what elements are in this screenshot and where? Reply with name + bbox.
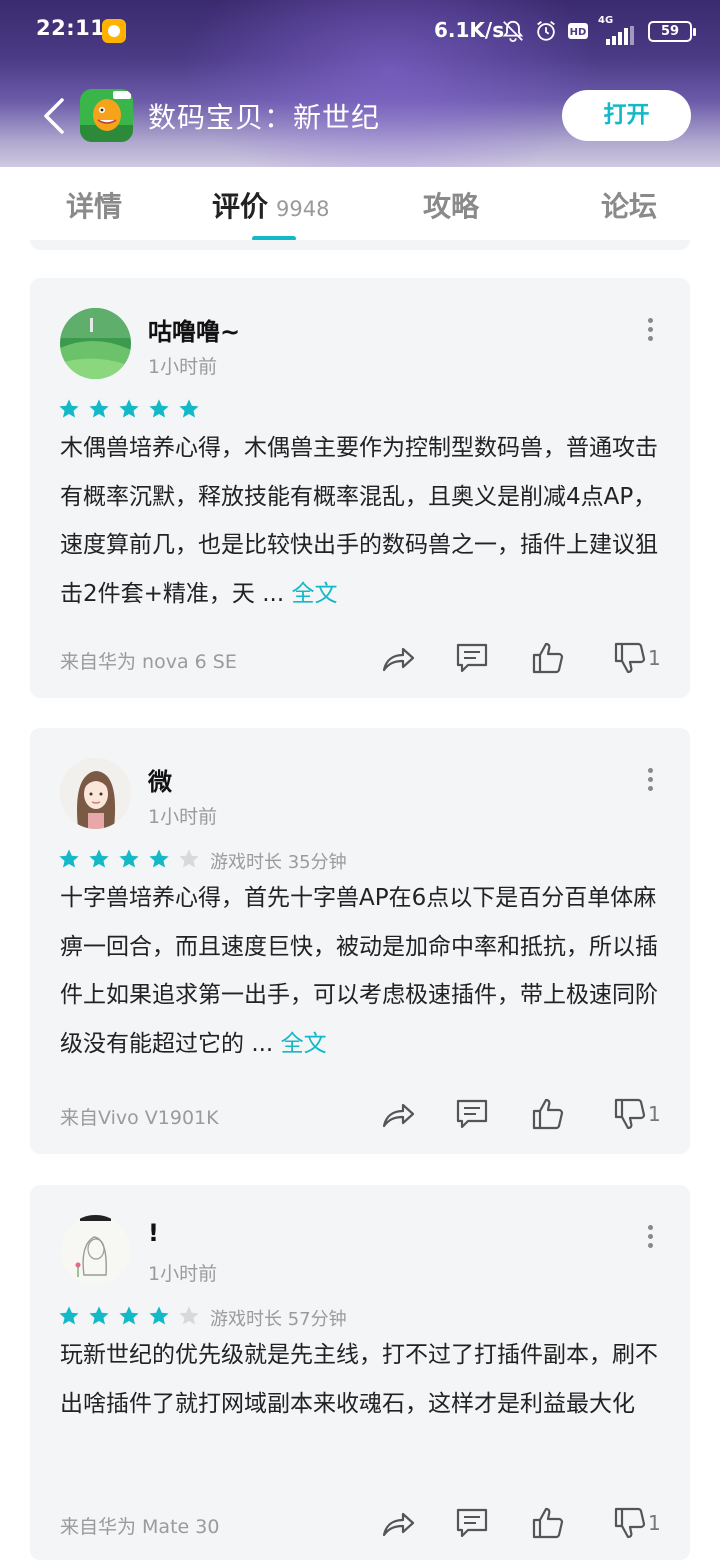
hd-label: HD — [570, 27, 587, 38]
tab-reviews-label: 评价 — [212, 190, 269, 223]
more-options-icon[interactable] — [646, 768, 654, 794]
avatar[interactable] — [60, 308, 131, 379]
star-icon — [149, 849, 169, 868]
comment-icon[interactable] — [454, 640, 490, 676]
app-title: 数码宝贝：新世纪 — [148, 101, 381, 134]
share-icon[interactable] — [380, 1505, 416, 1541]
app-icon — [80, 89, 133, 142]
dislike-count: 1 — [648, 1511, 661, 1535]
status-time: 22:11 — [36, 16, 106, 40]
comment-icon[interactable] — [454, 1096, 490, 1132]
playtime-label: 游戏时长 35分钟 — [210, 852, 347, 873]
review-count: 9948 — [276, 197, 330, 221]
star-icon — [119, 399, 139, 418]
review-card: ! 1小时前 游戏时长 57分钟 玩新世纪的优先级就是先主线，打不过了打插件副本… — [30, 1185, 690, 1560]
share-icon[interactable] — [380, 640, 416, 676]
tab-reviews[interactable]: 评价 9948 — [212, 185, 329, 225]
comment-icon[interactable] — [454, 1505, 490, 1541]
star-icon — [179, 399, 199, 418]
star-icon — [149, 1306, 169, 1325]
review-card: 咕噜噜~ 1小时前 木偶兽培养心得，木偶兽主要作为控制型数码兽，普通攻击有概率沉… — [30, 278, 690, 698]
like-icon[interactable] — [530, 640, 566, 676]
playtime-label: 游戏时长 57分钟 — [210, 1309, 347, 1330]
read-full-link[interactable]: 全文 — [281, 1031, 327, 1057]
tab-details-label: 详情 — [66, 190, 123, 223]
review-time: 1小时前 — [148, 356, 218, 378]
device-label: 来自Vivo V1901K — [60, 1107, 219, 1129]
tab-bar: 详情 评价 9948 攻略 论坛 — [0, 167, 720, 245]
review-ellipsis: ... — [262, 580, 285, 607]
review-text[interactable]: 木偶兽培养心得，木偶兽主要作为控制型数码兽，普通攻击有概率沉默，释放技能有概率混… — [60, 424, 666, 618]
more-options-icon[interactable] — [646, 1225, 654, 1251]
read-full-link[interactable]: 全文 — [291, 581, 337, 607]
more-options-icon[interactable] — [646, 318, 654, 344]
app-header: 22:11 6.1K/s HD 4G 59 数码宝贝：新世纪 打开 — [0, 0, 720, 167]
star-icon — [89, 849, 109, 868]
alarm-icon — [537, 21, 555, 41]
star-icon — [89, 399, 109, 418]
tab-guides[interactable]: 攻略 — [423, 185, 479, 225]
back-arrow-icon[interactable] — [40, 96, 70, 136]
network-speed: 6.1K/s — [434, 18, 505, 42]
hd-icon: HD — [568, 23, 588, 39]
review-body: 玩新世纪的优先级就是先主线，打不过了打插件副本，刷不出啥插件了就打网域副本来收魂… — [60, 1342, 658, 1417]
tab-details[interactable]: 详情 — [66, 185, 122, 225]
dislike-icon[interactable] — [612, 1096, 648, 1132]
status-bar: 22:11 6.1K/s HD 4G 59 — [0, 0, 720, 64]
tab-forum[interactable]: 论坛 — [601, 185, 657, 225]
battery-indicator: 59 — [648, 21, 696, 42]
review-card: 微 1小时前 游戏时长 35分钟 十字兽培养心得，首先十字兽AP在6点以下是百分… — [30, 728, 690, 1154]
review-ellipsis: ... — [251, 1030, 274, 1057]
star-icon — [119, 849, 139, 868]
star-icon — [59, 849, 79, 868]
device-label: 来自华为 Mate 30 — [60, 1516, 220, 1538]
username[interactable]: ! — [148, 1219, 159, 1247]
review-text[interactable]: 十字兽培养心得，首先十字兽AP在6点以下是百分百单体麻痹一回合，而且速度巨快，被… — [60, 874, 666, 1068]
dislike-count: 1 — [648, 646, 661, 670]
star-icon — [59, 399, 79, 418]
star-empty-icon — [179, 849, 199, 868]
username[interactable]: 微 — [148, 762, 172, 797]
star-icon — [59, 1306, 79, 1325]
dislike-icon[interactable] — [612, 640, 648, 676]
star-icon — [149, 399, 169, 418]
share-icon[interactable] — [380, 1096, 416, 1132]
review-body: 十字兽培养心得，首先十字兽AP在6点以下是百分百单体麻痹一回合，而且速度巨快，被… — [60, 885, 658, 1057]
like-icon[interactable] — [530, 1505, 566, 1541]
review-time: 1小时前 — [148, 806, 218, 828]
username[interactable]: 咕噜噜~ — [148, 312, 240, 347]
dislike-count: 1 — [648, 1102, 661, 1126]
notification-app-icon — [102, 19, 126, 43]
like-icon[interactable] — [530, 1096, 566, 1132]
star-icon — [119, 1306, 139, 1325]
dislike-icon[interactable] — [612, 1505, 648, 1541]
signal-icon — [606, 26, 634, 45]
avatar[interactable] — [60, 758, 131, 829]
tab-guides-label: 攻略 — [423, 190, 480, 223]
review-text[interactable]: 玩新世纪的优先级就是先主线，打不过了打插件副本，刷不出啥插件了就打网域副本来收魂… — [60, 1331, 666, 1428]
review-body: 木偶兽培养心得，木偶兽主要作为控制型数码兽，普通攻击有概率沉默，释放技能有概率混… — [60, 435, 658, 607]
tab-forum-label: 论坛 — [601, 190, 658, 223]
avatar[interactable] — [60, 1215, 131, 1286]
mute-bell-icon — [502, 20, 524, 43]
star-empty-icon — [179, 1306, 199, 1325]
star-icon — [89, 1306, 109, 1325]
open-app-button[interactable]: 打开 — [562, 90, 691, 141]
review-time: 1小时前 — [148, 1263, 218, 1285]
device-label: 来自华为 nova 6 SE — [60, 651, 237, 673]
previous-card-edge — [30, 240, 690, 250]
